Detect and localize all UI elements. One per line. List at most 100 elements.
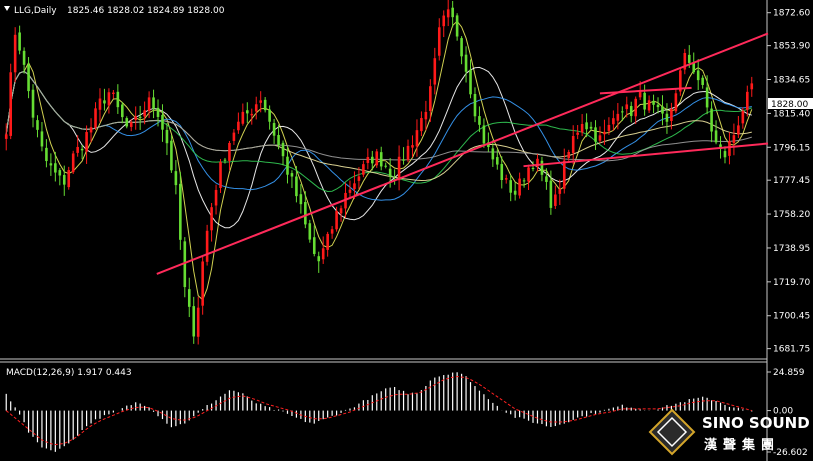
candle-body	[701, 77, 704, 85]
candle-body	[45, 147, 48, 162]
candle-body	[705, 87, 709, 108]
candle-body	[500, 164, 504, 181]
candle-body	[107, 92, 111, 106]
candle-body	[397, 156, 401, 181]
candle-body	[424, 111, 428, 120]
candle-body	[62, 174, 66, 185]
candle-body	[330, 229, 334, 234]
candle-body	[714, 130, 718, 143]
candle-body	[103, 100, 106, 104]
candle-body	[571, 136, 575, 153]
candle-body	[143, 110, 146, 117]
current-price-value: 1828.00	[771, 100, 808, 110]
candle-body	[638, 91, 642, 98]
candle-body	[429, 86, 432, 112]
candle-body	[58, 170, 62, 176]
candle-body	[545, 176, 548, 182]
candle-body	[540, 160, 544, 175]
price-tick-label: 1681.75	[773, 345, 810, 355]
candle-body	[598, 135, 602, 141]
candle-body	[437, 27, 441, 56]
candle-body	[4, 134, 8, 139]
logo-name-en: SINO SOUND	[702, 414, 810, 432]
candle-body	[411, 145, 414, 148]
candle-body	[54, 163, 57, 173]
candle-body	[603, 131, 606, 135]
candle-body	[31, 89, 35, 118]
candle-body	[625, 104, 629, 110]
ohlc-values: 1825.46 1828.02 1824.89 1828.00	[67, 6, 225, 16]
candle-body	[201, 261, 204, 306]
candle-body	[241, 111, 245, 124]
candle-body	[478, 116, 481, 125]
candle-body	[446, 9, 450, 18]
candle-body	[661, 106, 664, 114]
candle-body	[464, 54, 468, 72]
candle-body	[728, 141, 731, 156]
candle-body	[263, 99, 267, 111]
candle-body	[121, 104, 124, 118]
candle-body	[696, 70, 700, 81]
candle-body	[290, 173, 294, 177]
candle-body	[518, 178, 521, 196]
candle-body	[179, 183, 182, 240]
candle-body	[357, 176, 361, 181]
candle-body	[634, 98, 637, 117]
candle-body	[49, 163, 53, 166]
candle-body	[89, 127, 93, 133]
candle-body	[594, 127, 597, 142]
candle-body	[473, 93, 477, 117]
candle-body	[321, 248, 325, 260]
candle-body	[76, 146, 79, 153]
candle-body	[277, 134, 280, 145]
candle-body	[509, 180, 512, 193]
candle-body	[384, 165, 387, 167]
candle-body	[170, 140, 173, 171]
candle-body	[317, 256, 321, 262]
candle-body	[246, 110, 249, 114]
candle-body	[228, 142, 231, 161]
candle-body	[527, 167, 530, 182]
candle-body	[460, 38, 463, 57]
candle-body	[607, 124, 611, 131]
candle-body	[665, 113, 669, 122]
candle-body	[455, 15, 459, 37]
candle-body	[442, 15, 446, 27]
candle-body	[656, 104, 660, 108]
candle-body	[9, 72, 12, 136]
candle-body	[250, 113, 254, 116]
candle-body	[687, 54, 691, 63]
candle-body	[371, 156, 374, 164]
candle-body	[161, 114, 164, 130]
price-tick-label: 1758.20	[773, 210, 810, 220]
candle-body	[192, 306, 196, 337]
candle-body	[353, 183, 356, 190]
candle-body	[612, 118, 615, 125]
price-chart[interactable]: 1872.60 1853.90 1834.65 1815.40 1796.15 1777.…	[0, 0, 813, 461]
price-tick-label: 1834.65	[773, 76, 810, 86]
candle-body	[589, 126, 593, 129]
candle-body	[433, 58, 437, 85]
candle-body	[379, 152, 383, 167]
candle-body	[339, 208, 343, 214]
candle-body	[18, 32, 21, 51]
candle-body	[496, 157, 499, 165]
candle-body	[362, 164, 365, 175]
candle-body	[348, 189, 352, 193]
candle-body	[165, 129, 169, 144]
candle-body	[504, 178, 508, 180]
candle-body	[415, 130, 419, 147]
candle-body	[670, 108, 673, 121]
candle-body	[210, 207, 213, 231]
price-tick-label: 1796.15	[773, 143, 810, 153]
candle-body	[94, 108, 97, 128]
candle-body	[585, 122, 588, 130]
candle-body	[451, 7, 454, 18]
candle-body	[219, 161, 222, 188]
candle-body	[326, 233, 329, 250]
candle-body	[138, 116, 142, 119]
candle-body	[674, 93, 678, 112]
candle-body	[308, 223, 312, 240]
candle-body	[304, 201, 307, 225]
candle-body	[375, 151, 379, 166]
